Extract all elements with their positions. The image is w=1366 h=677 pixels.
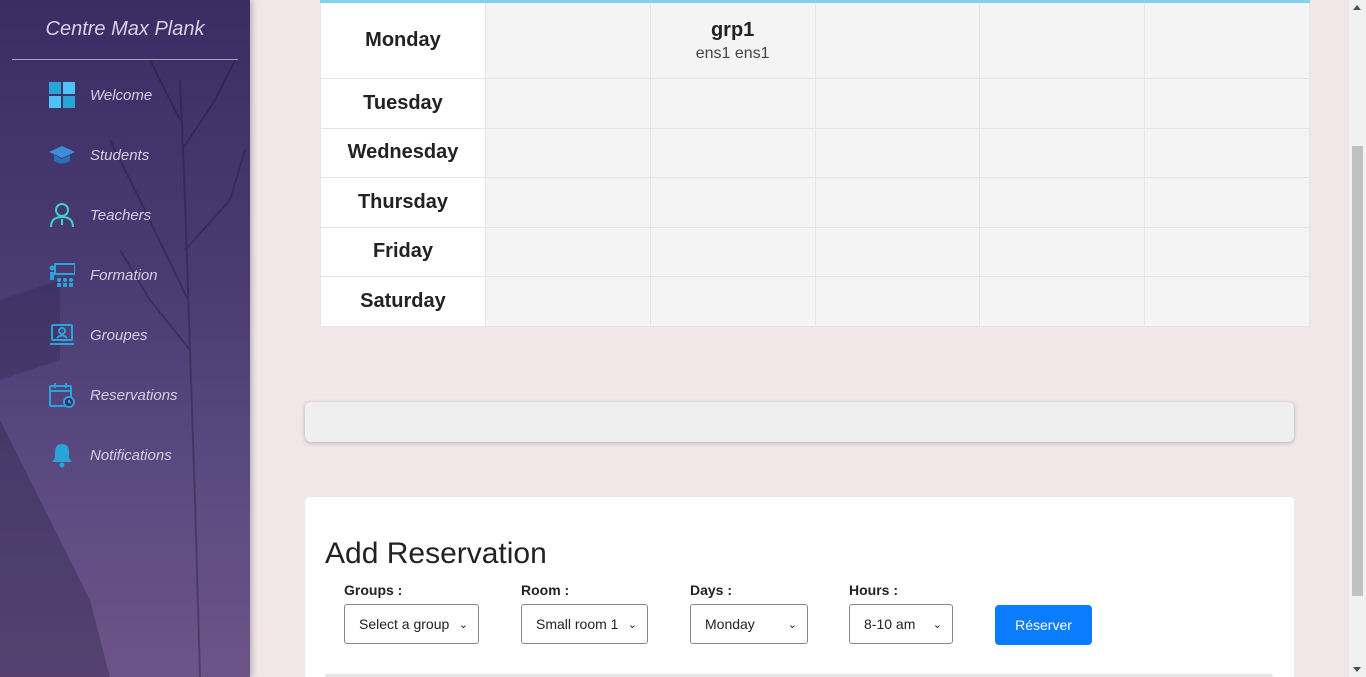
timetable-slot[interactable]: [1144, 276, 1310, 327]
timetable-slot[interactable]: [484, 1, 651, 79]
timetable-slot[interactable]: [979, 127, 1146, 178]
calendar-icon: [48, 381, 76, 409]
timetable-slot[interactable]: [484, 78, 651, 129]
day-label: Monday: [320, 1, 486, 79]
timetable-slot[interactable]: [814, 127, 981, 178]
groups-select-value: Select a group: [359, 616, 450, 632]
room-label: Room :: [521, 582, 570, 598]
page-scrollbar[interactable]: [1349, 0, 1366, 677]
sidebar: Centre Max Plank Welcome Students Teache…: [0, 0, 250, 677]
add-reservation-card: Add Reservation Groups : Select a group …: [305, 497, 1294, 677]
reservation-entry: grp1 ens1 ens1: [651, 19, 815, 63]
timetable-slot[interactable]: [1144, 226, 1310, 277]
sidebar-item-notifications[interactable]: Notifications: [0, 425, 250, 485]
group-icon: [48, 321, 76, 349]
entry-group: grp1: [710, 18, 755, 41]
sidebar-item-groupes[interactable]: Groupes: [0, 305, 250, 365]
chevron-down-icon: ⌄: [787, 618, 797, 631]
reservations-panel: [305, 402, 1294, 442]
timetable-slot[interactable]: [814, 276, 981, 327]
reserve-button[interactable]: Réserver: [995, 605, 1092, 645]
sidebar-nav: Welcome Students Teachers Formation Grou…: [0, 65, 250, 485]
hours-field: Hours : 8-10 am ⌄: [849, 582, 953, 644]
timetable-slot[interactable]: [1144, 127, 1310, 178]
room-select-value: Small room 1: [536, 616, 619, 632]
timetable-slot[interactable]: [484, 127, 651, 178]
scroll-up-arrow-icon[interactable]: [1353, 5, 1361, 10]
timetable-slot[interactable]: [649, 78, 816, 129]
sidebar-item-label: Formation: [90, 266, 158, 284]
timetable-slot[interactable]: [649, 177, 816, 228]
chevron-down-icon: ⌄: [932, 618, 942, 631]
dashboard-icon: [48, 81, 76, 109]
timetable-slot[interactable]: [1144, 1, 1310, 79]
hours-label: Hours :: [849, 582, 898, 598]
sidebar-item-students[interactable]: Students: [0, 125, 250, 185]
timetable-row: Tuesday: [320, 78, 1310, 129]
sidebar-item-label: Welcome: [90, 86, 153, 104]
sidebar-item-label: Teachers: [90, 206, 152, 224]
timetable-slot[interactable]: [649, 127, 816, 178]
day-label: Thursday: [320, 177, 486, 228]
timetable-slot[interactable]: [814, 177, 981, 228]
days-select[interactable]: Monday ⌄: [690, 604, 808, 644]
hours-select-value: 8-10 am: [864, 616, 916, 632]
timetable-slot[interactable]: [979, 276, 1146, 327]
timetable-row: Thursday: [320, 177, 1310, 228]
hours-select[interactable]: 8-10 am ⌄: [849, 604, 953, 644]
scroll-down-arrow-icon[interactable]: [1353, 667, 1361, 672]
timetable-slot[interactable]: [979, 1, 1146, 79]
training-icon: [48, 261, 76, 289]
timetable-slot[interactable]: [649, 276, 816, 327]
groups-select[interactable]: Select a group ⌄: [344, 604, 479, 644]
groups-field: Groups : Select a group ⌄: [344, 582, 479, 644]
days-label: Days :: [690, 582, 733, 598]
sidebar-item-reservations[interactable]: Reservations: [0, 365, 250, 425]
timetable-slot[interactable]: [979, 226, 1146, 277]
day-label: Friday: [320, 226, 486, 277]
sidebar-item-formation[interactable]: Formation: [0, 245, 250, 305]
timetable-slot[interactable]: [649, 226, 816, 277]
timetable-slot[interactable]: [814, 226, 981, 277]
timetable-row: Monday grp1 ens1 ens1: [320, 1, 1310, 79]
days-field: Days : Monday ⌄: [690, 582, 808, 644]
timetable-row: Friday: [320, 226, 1310, 277]
day-label: Saturday: [320, 276, 486, 327]
timetable-slot[interactable]: [1144, 177, 1310, 228]
timetable-slot[interactable]: [979, 177, 1146, 228]
day-label: Wednesday: [320, 127, 486, 178]
chevron-down-icon: ⌄: [627, 618, 637, 631]
timetable-slot[interactable]: [1144, 78, 1310, 129]
timetable-row: Saturday: [320, 276, 1310, 327]
days-select-value: Monday: [705, 616, 755, 632]
timetable-slot[interactable]: grp1 ens1 ens1: [649, 1, 816, 79]
timetable-slot[interactable]: [979, 78, 1146, 129]
timetable-slot[interactable]: [484, 226, 651, 277]
sidebar-item-label: Groupes: [90, 326, 148, 344]
add-reservation-title: Add Reservation: [325, 537, 547, 570]
brand-title: Centre Max Plank: [12, 0, 238, 60]
room-field: Room : Small room 1 ⌄: [521, 582, 648, 644]
timetable-slot[interactable]: [484, 177, 651, 228]
bell-icon: [48, 441, 76, 469]
sidebar-item-label: Notifications: [90, 446, 172, 464]
room-select[interactable]: Small room 1 ⌄: [521, 604, 648, 644]
chevron-down-icon: ⌄: [458, 618, 468, 631]
timetable-slot[interactable]: [814, 78, 981, 129]
scrollbar-thumb[interactable]: [1352, 146, 1363, 596]
day-label: Tuesday: [320, 78, 486, 129]
weekly-timetable: Monday grp1 ens1 ens1 Tuesday Wednesday Thurs…: [320, 0, 1310, 327]
sidebar-item-welcome[interactable]: Welcome: [0, 65, 250, 125]
groups-label: Groups :: [344, 582, 403, 598]
sidebar-item-teachers[interactable]: Teachers: [0, 185, 250, 245]
timetable-row: Wednesday: [320, 127, 1310, 178]
teacher-icon: [48, 201, 76, 229]
sidebar-item-label: Reservations: [90, 386, 178, 404]
sidebar-item-label: Students: [90, 146, 150, 164]
timetable-slot[interactable]: [484, 276, 651, 327]
entry-teacher: ens1 ens1: [695, 44, 770, 62]
graduation-cap-icon: [48, 141, 76, 169]
timetable-slot[interactable]: [814, 1, 981, 79]
